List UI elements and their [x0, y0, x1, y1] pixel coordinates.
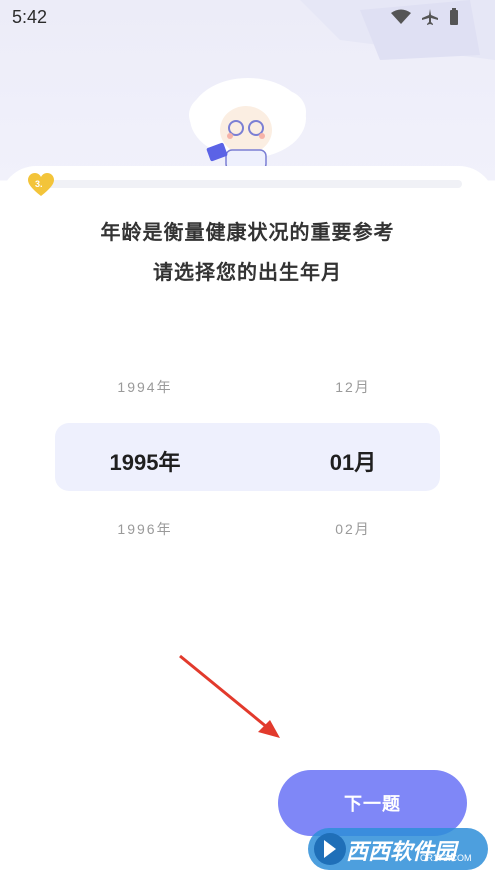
- year-option-selected[interactable]: 1995年: [55, 445, 235, 477]
- month-option[interactable]: 12月: [263, 377, 443, 397]
- progress-badge-label: 3.: [35, 179, 43, 189]
- month-option-selected[interactable]: 01月: [263, 445, 443, 477]
- progress-bar: [30, 180, 462, 188]
- question-subtitle: 请选择您的出生年月: [153, 262, 342, 284]
- year-option[interactable]: 1994年: [55, 377, 235, 397]
- month-option[interactable]: 02月: [263, 519, 443, 539]
- battery-icon: [449, 8, 459, 26]
- airplane-mode-icon: [421, 8, 439, 26]
- status-bar: 5:42: [0, 0, 495, 34]
- next-question-button[interactable]: 下一题: [278, 770, 467, 836]
- status-time: 5:42: [12, 7, 48, 27]
- question-title: 年龄是衡量健康状况的重要参考: [100, 222, 395, 244]
- year-option[interactable]: 1996年: [55, 519, 235, 539]
- watermark-subtext: CR173.COM: [420, 853, 472, 863]
- annotation-arrow-icon: [179, 654, 280, 738]
- wifi-icon: [391, 9, 411, 25]
